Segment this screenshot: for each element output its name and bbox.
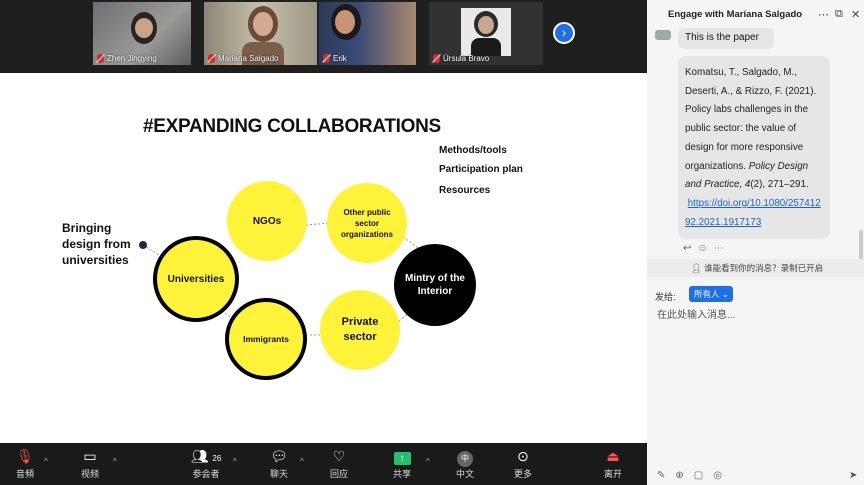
emoji-picker-icon[interactable]: ◎ [713,470,722,481]
mic-muted-icon [208,54,215,63]
share-arrow-icon: ↑ [393,452,411,465]
doi-link[interactable]: https://doi.org/10.1080/25741292.2021.19… [685,198,821,228]
meeting-toolbar: 🎙︎ 音頻 ^ ▭ 视频 ^ 👥︎ 26 参会者 ^ 💬︎ 聊天 ^ ♡ 回应 [0,443,647,485]
sender-avatar [655,30,671,40]
participant-name: Úrsula Bravo [433,54,489,63]
participant-strip: Zhen Jingying Mariana Salgado Erik Úrsul… [0,0,647,73]
chat-message: This is the paper [678,28,774,49]
zoom-meeting-window: Zhen Jingying Mariana Salgado Erik Úrsul… [0,0,864,485]
privacy-note[interactable]: 👤︎ 谁能看到你的消息？录制已开启 [647,259,864,277]
react-button[interactable]: ♡ 回应 [314,447,364,480]
input-toolbar: ✎ ⊕ ▢ ◎ [657,470,722,481]
bullet-dot [139,241,147,249]
video-label: 视频 [80,469,99,479]
participant-name: Zhen Jingying [97,54,157,63]
chat-message-citation: Komatsu, T., Salgado, M., Deserti, A., &… [678,56,830,239]
chat-message-input[interactable] [657,306,855,466]
mic-muted-icon [97,54,104,63]
collaboration-diagram [139,222,426,336]
mic-muted-icon [323,54,330,63]
file-icon[interactable]: ▢ [694,470,703,481]
language-button[interactable]: 中 中文 [440,447,490,480]
recipient-dropdown[interactable]: 所有人 ⌄ [689,286,733,302]
participants-options-caret[interactable]: ^ [233,457,237,466]
close-icon[interactable]: ✕ [851,8,860,21]
emoji-icon[interactable]: ☺ [697,243,707,254]
share-label: 共享 [392,469,411,479]
react-label: 回应 [329,469,348,479]
chat-label: 聊天 [269,469,288,479]
message-actions: ↩ ☺ ⋯ [683,243,724,254]
heart-icon: ♡ [332,448,346,464]
circle-ngos: NGOs [227,181,307,261]
popout-icon[interactable]: ⧉ [835,8,843,21]
visibility-icon: 👤︎ [691,263,705,273]
mic-muted-icon [433,54,440,63]
participant-tile[interactable]: Erik [319,2,416,65]
leave-label: 离开 [603,469,622,479]
share-options-caret[interactable]: ^ [426,457,430,466]
chat-scrollbar[interactable] [859,230,863,260]
language-icon: 中 [457,451,473,467]
leave-icon: ⏏ [606,448,620,464]
circle-other-public-sector: Other public sector organizations [327,183,407,263]
privacy-note-text: 谁能看到你的消息？录制已开启 [704,263,824,273]
chevron-down-icon: ⌄ [721,289,730,299]
more-options-icon[interactable]: ⋯ [818,8,829,21]
participant-name: Erik [323,54,347,63]
participants-icon: 👥︎ 26 [190,448,222,464]
citation-pages: (2), 271–291. [750,179,809,191]
chevron-right-icon: › [561,25,567,40]
more-label: 更多 [513,469,532,479]
audio-button[interactable]: 🎙︎ 音頻 [0,447,50,480]
meeting-area: Zhen Jingying Mariana Salgado Erik Úrsul… [0,0,647,485]
chat-panel: Engage with Mariana Salgado ⋯ ⧉ ✕ This i… [647,0,864,485]
screenshot-icon[interactable]: ⊕ [675,470,683,481]
chat-icon: 💬︎ [270,448,288,464]
participants-button[interactable]: 👥︎ 26 参会者 [176,447,236,480]
share-button[interactable]: ↑ 共享 [377,447,427,480]
chat-button[interactable]: 💬︎ 聊天 [254,447,304,480]
audio-options-caret[interactable]: ^ [44,457,48,466]
chat-options-caret[interactable]: ^ [300,457,304,466]
send-icon[interactable]: ➤ [849,470,857,481]
mic-muted-icon: 🎙︎ [16,448,34,464]
video-options-caret[interactable]: ^ [113,457,117,466]
reply-icon[interactable]: ↩ [683,243,691,254]
participant-tile[interactable]: Úrsula Bravo [429,2,543,65]
recipient-value: 所有人 [694,289,720,299]
circle-private-sector: Private sector [320,290,400,370]
chat-header: Engage with Mariana Salgado ⋯ ⧉ ✕ [647,0,864,30]
circle-ministry-interior: Mintry of the Interior [394,244,476,326]
participant-name: Mariana Salgado [208,54,278,63]
participant-tile-active-speaker[interactable]: Mariana Salgado [204,2,317,65]
more-button[interactable]: ⊙ 更多 [498,447,548,480]
citation-text: Komatsu, T., Salgado, M., Deserti, A., &… [685,67,817,172]
more-icon[interactable]: ⋯ [714,243,724,254]
participants-count: 26 [212,454,222,463]
participant-tile[interactable]: Zhen Jingying [93,2,191,65]
leave-button[interactable]: ⏏ 离开 [588,447,638,480]
circle-immigrants: Immigrants [225,298,307,380]
send-to-label: 发给: [655,292,676,302]
audio-label: 音頻 [15,469,34,479]
participants-label: 参会者 [192,469,220,479]
chat-title: Engage with Mariana Salgado [668,9,803,20]
shared-slide: #EXPANDING COLLABORATIONS Methods/tools … [0,73,647,443]
more-icon: ⊙ [517,448,529,464]
video-button[interactable]: ▭ 视频 [65,447,115,480]
next-page-button[interactable]: › [553,22,575,44]
language-label: 中文 [455,469,474,479]
format-icon[interactable]: ✎ [657,470,665,481]
camera-icon: ▭ [83,448,97,464]
circle-universities: Universities [153,236,239,322]
